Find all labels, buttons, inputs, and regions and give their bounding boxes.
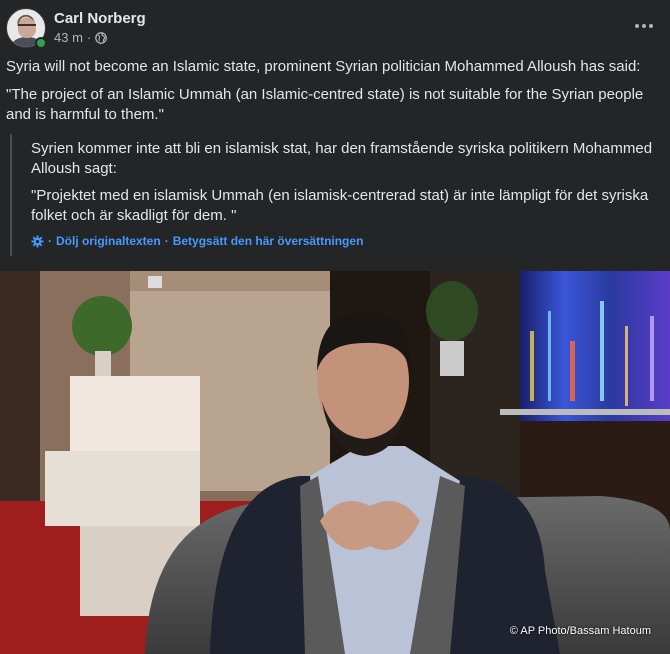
translation-links: · Dölj originaltexten · Betygsätt den hä… — [31, 234, 363, 248]
link-separator: · — [48, 234, 52, 248]
gear-icon[interactable] — [31, 234, 44, 248]
avatar-face — [18, 18, 36, 38]
more-options-icon[interactable] — [630, 14, 658, 38]
post-meta: 43 m · — [54, 30, 108, 45]
translated-text-2: "Projektet med en islamisk Ummah (en isl… — [31, 187, 649, 224]
facebook-post: Carl Norberg 43 m · Syria will not becom… — [0, 0, 670, 654]
post-text-paragraph-2: "The project of an Islamic Ummah (an Isl… — [6, 86, 644, 123]
rate-translation-link[interactable]: Betygsätt den här översättningen — [173, 234, 364, 248]
online-status-dot — [35, 37, 47, 49]
translated-text-1: Syrien kommer inte att bli en islamisk s… — [31, 140, 653, 177]
hide-original-link[interactable]: Dölj originaltexten — [56, 234, 161, 248]
post-text-paragraph-1: Syria will not become an Islamic state, … — [6, 58, 641, 75]
more-dot — [642, 24, 646, 28]
meta-separator: · — [86, 30, 92, 45]
avatar-glasses — [18, 24, 36, 28]
more-dot — [649, 24, 653, 28]
post-photo[interactable]: © AP Photo/Bassam Hatoum — [0, 271, 670, 654]
author-name[interactable]: Carl Norberg — [54, 10, 146, 27]
link-separator: · — [164, 234, 169, 248]
post-header: Carl Norberg 43 m · — [6, 8, 666, 49]
more-dot — [635, 24, 639, 28]
photo-credit: © AP Photo/Bassam Hatoum — [509, 625, 651, 637]
translation-block: Syrien kommer inte att bli en islamisk s… — [10, 134, 662, 256]
post-time[interactable]: 43 m — [54, 30, 83, 45]
globe-icon[interactable] — [95, 31, 108, 44]
photo-illustration — [0, 271, 670, 654]
